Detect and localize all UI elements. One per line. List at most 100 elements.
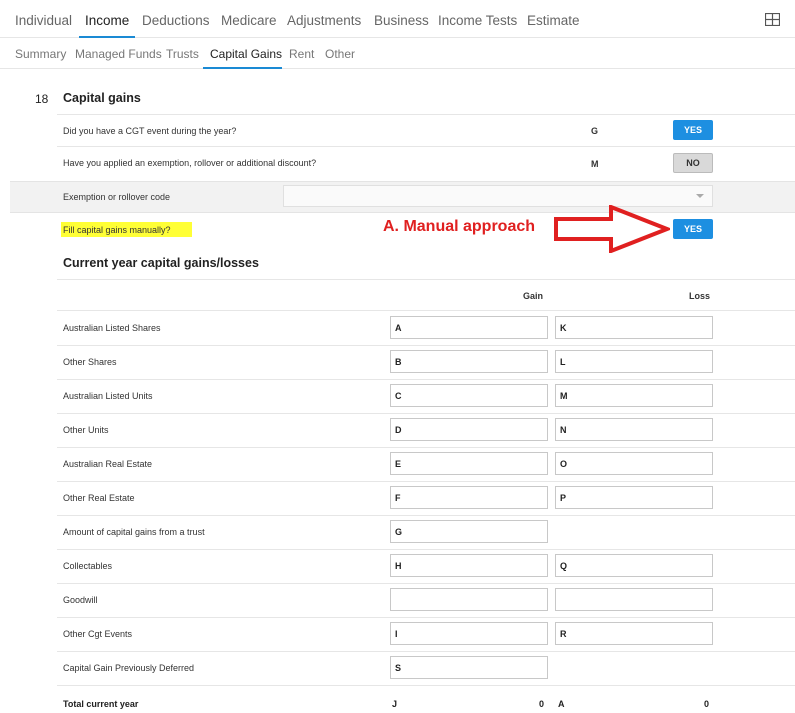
divider (57, 345, 795, 346)
divider (57, 651, 795, 652)
row-label: Australian Listed Units (63, 391, 153, 401)
gain-field-letter: A (395, 323, 402, 333)
divider (57, 146, 795, 147)
tab-adjustments[interactable]: Adjustments (287, 13, 361, 28)
loss-input[interactable]: M (555, 384, 713, 407)
gain-field-letter: I (395, 629, 398, 639)
gain-field-letter: F (395, 493, 401, 503)
grid-icon[interactable] (765, 13, 780, 26)
row-label: Amount of capital gains from a trust (63, 527, 205, 537)
loss-field-letter: P (560, 493, 567, 503)
divider (57, 617, 795, 618)
loss-input[interactable]: Q (555, 554, 713, 577)
gain-input[interactable]: D (390, 418, 548, 441)
tab-individual[interactable]: Individual (15, 13, 72, 28)
row-label: Other Shares (63, 357, 117, 367)
tab-income[interactable]: Income (85, 13, 129, 28)
divider (57, 379, 795, 380)
tab-income-tests[interactable]: Income Tests (438, 13, 517, 28)
loss-input[interactable]: O (555, 452, 713, 475)
gain-input[interactable] (390, 588, 548, 611)
row-label: Australian Real Estate (63, 459, 153, 469)
total-loss-letter: A (558, 699, 565, 709)
divider (57, 685, 795, 686)
subtab-managed-funds[interactable]: Managed Funds (75, 47, 162, 61)
loss-input[interactable]: K (555, 316, 713, 339)
active-tab-indicator (79, 36, 135, 38)
divider (57, 583, 795, 584)
loss-input[interactable]: L (555, 350, 713, 373)
gain-input[interactable]: I (390, 622, 548, 645)
active-subtab-indicator (203, 67, 282, 69)
gain-field-letter: H (395, 561, 402, 571)
loss-field-letter: N (560, 425, 567, 435)
total-gain-value: 0 (539, 699, 545, 709)
exemption-code-label: Exemption or rollover code (63, 192, 171, 202)
exemption-no-button[interactable]: NO (673, 153, 713, 173)
cgt-event-yes-button[interactable]: YES (673, 120, 713, 140)
gain-input[interactable]: B (390, 350, 548, 373)
total-loss-value: 0 (704, 699, 710, 709)
loss-field-letter: L (560, 357, 566, 367)
total-label: Total current year (63, 699, 139, 709)
loss-input[interactable] (555, 588, 713, 611)
gain-field-letter: C (395, 391, 402, 401)
row-label: Capital Gain Previously Deferred (63, 663, 195, 673)
section-number: 18 (35, 92, 49, 106)
tab-business[interactable]: Business (374, 13, 429, 28)
gain-field-letter: S (395, 663, 402, 673)
row-label: Other Real Estate (63, 493, 135, 503)
subtab-trusts[interactable]: Trusts (166, 47, 199, 61)
loss-input[interactable]: R (555, 622, 713, 645)
divider (57, 447, 795, 448)
divider (57, 279, 795, 280)
exemption-letter: M (591, 159, 599, 169)
subtab-summary[interactable]: Summary (15, 47, 66, 61)
gain-field-letter: G (395, 527, 403, 537)
divider (57, 515, 795, 516)
divider (57, 413, 795, 414)
loss-field-letter: Q (560, 561, 568, 571)
gain-input[interactable]: S (390, 656, 548, 679)
subtab-other[interactable]: Other (325, 47, 355, 61)
exemption-question: Have you applied an exemption, rollover … (63, 158, 317, 168)
gain-input[interactable]: G (390, 520, 548, 543)
row-label: Other Units (63, 425, 109, 435)
chevron-down-icon (696, 194, 704, 198)
subtab-rent[interactable]: Rent (289, 47, 314, 61)
gain-input[interactable]: H (390, 554, 548, 577)
exemption-code-select[interactable] (283, 185, 713, 207)
section-title: Capital gains (63, 91, 141, 105)
tab-deductions[interactable]: Deductions (142, 13, 210, 28)
loss-field-letter: K (560, 323, 567, 333)
gain-field-letter: E (395, 459, 402, 469)
manual-yes-button[interactable]: YES (673, 219, 713, 239)
cgt-event-letter: G (591, 126, 599, 136)
loss-column-header: Loss (689, 291, 711, 301)
row-label: Other Cgt Events (63, 629, 133, 639)
loss-field-letter: O (560, 459, 568, 469)
total-gain-letter: J (392, 699, 398, 709)
gain-field-letter: D (395, 425, 402, 435)
loss-input[interactable]: P (555, 486, 713, 509)
row-label: Collectables (63, 561, 113, 571)
gain-input[interactable]: A (390, 316, 548, 339)
annotation-label: A. Manual approach (383, 218, 536, 235)
sub-tab-bar: Summary Managed Funds Trusts Capital Gai… (0, 39, 795, 69)
loss-field-letter: R (560, 629, 567, 639)
current-year-title: Current year capital gains/losses (63, 256, 259, 270)
gain-input[interactable]: C (390, 384, 548, 407)
subtab-capital-gains[interactable]: Capital Gains (210, 47, 282, 61)
gain-column-header: Gain (523, 291, 544, 301)
tab-medicare[interactable]: Medicare (221, 13, 277, 28)
gain-input[interactable]: F (390, 486, 548, 509)
arrow-right-icon (554, 205, 670, 253)
loss-input[interactable]: N (555, 418, 713, 441)
main-tab-bar: Individual Income Deductions Medicare Ad… (0, 0, 795, 38)
gain-input[interactable]: E (390, 452, 548, 475)
gain-field-letter: B (395, 357, 402, 367)
divider (57, 114, 795, 115)
loss-field-letter: M (560, 391, 568, 401)
tab-estimate[interactable]: Estimate (527, 13, 580, 28)
manual-question: Fill capital gains manually? (63, 225, 171, 235)
